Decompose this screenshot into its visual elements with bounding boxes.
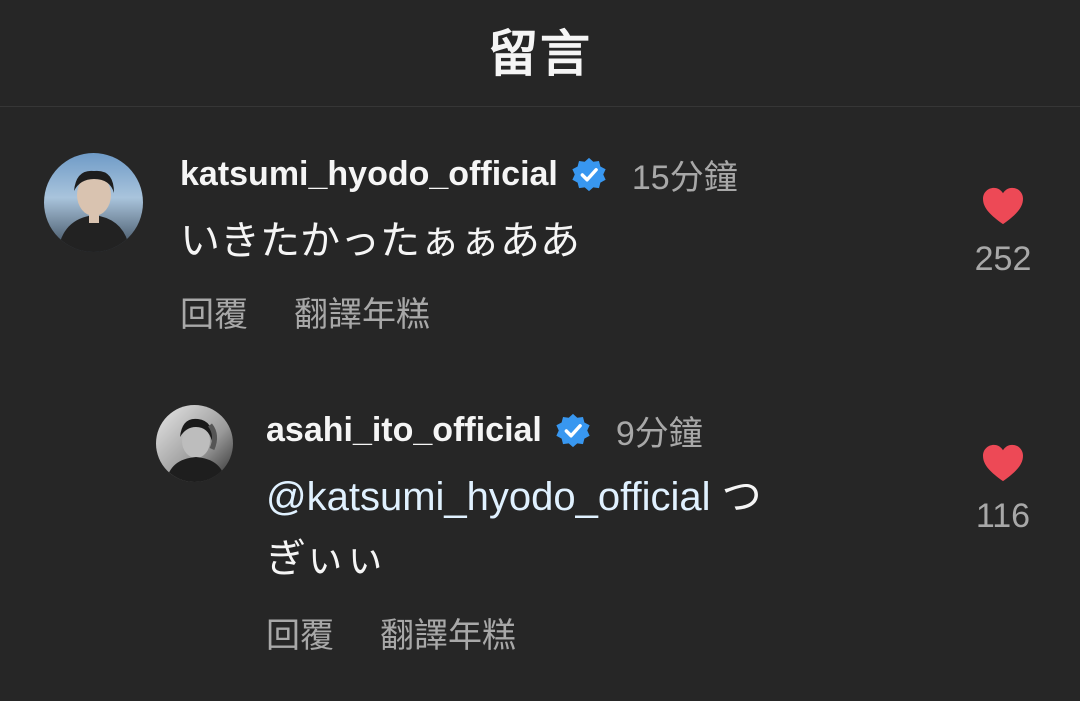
- comment-text-part: つ: [710, 475, 762, 519]
- comment-time: 15分鐘: [631, 159, 738, 197]
- comment-header: katsumi_hyodo_official 15分鐘: [180, 150, 738, 199]
- comment-text: いきたかったぁぁああ: [180, 219, 580, 263]
- comments-header: 留言: [0, 0, 1080, 107]
- reply-button[interactable]: 回覆: [180, 287, 248, 336]
- heart-icon[interactable]: [981, 443, 1025, 483]
- comment-time: 9分鐘: [615, 415, 703, 453]
- like-count: 252: [974, 240, 1032, 278]
- username[interactable]: asahi_ito_official: [266, 411, 542, 450]
- like-count: 116: [975, 497, 1031, 535]
- verified-badge-icon: [554, 412, 592, 450]
- avatar[interactable]: [156, 405, 233, 482]
- comment-header: asahi_ito_official 9分鐘: [266, 406, 703, 455]
- verified-badge-icon: [570, 156, 608, 194]
- like-control[interactable]: 252: [963, 186, 1043, 279]
- mention-link[interactable]: @katsumi_hyodo_official: [266, 475, 711, 519]
- comment-actions: 回覆 翻譯年糕: [180, 287, 430, 336]
- like-control[interactable]: 116: [963, 443, 1043, 536]
- comment-text-part: ぎぃぃ: [266, 537, 386, 581]
- comment-actions: 回覆 翻譯年糕: [266, 608, 516, 657]
- username[interactable]: katsumi_hyodo_official: [180, 155, 558, 194]
- comment-text: @katsumi_hyodo_official つ ぎぃぃ: [266, 466, 826, 590]
- reply-button[interactable]: 回覆: [266, 608, 334, 657]
- avatar[interactable]: [44, 153, 143, 252]
- page-title: 留言: [488, 26, 592, 82]
- translate-button[interactable]: 翻譯年糕: [294, 287, 430, 336]
- heart-icon[interactable]: [981, 186, 1025, 226]
- translate-button[interactable]: 翻譯年糕: [380, 608, 516, 657]
